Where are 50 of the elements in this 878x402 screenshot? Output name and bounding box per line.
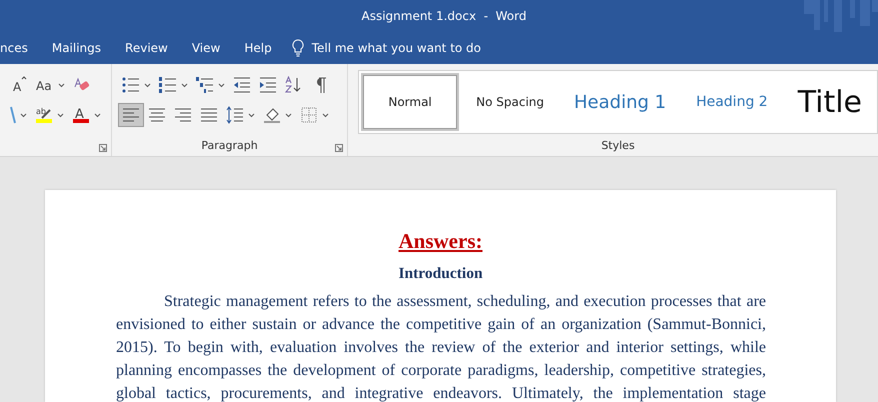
ribbon-tab[interactable]: nces (0, 32, 40, 64)
caret-icon (20, 112, 27, 118)
dialog-launcher-icon[interactable] (99, 144, 107, 152)
font-case-button[interactable]: Aa (32, 73, 69, 97)
decrease-indent-icon (233, 76, 251, 94)
section-heading: Introduction (398, 265, 483, 282)
ribbon-tab[interactable]: View (180, 32, 232, 64)
numbered-list-icon (159, 76, 177, 94)
style-option[interactable]: Heading 1 (561, 73, 680, 131)
bullet-list-icon (122, 76, 140, 94)
caret-icon (144, 82, 151, 88)
paint-bucket-icon (263, 106, 281, 124)
caret-icon (218, 82, 225, 88)
sort-icon (285, 76, 303, 94)
dialog-launcher-icon[interactable] (335, 144, 343, 152)
tell-me-search[interactable]: Tell me what you want to do (312, 32, 494, 64)
increase-indent-icon (259, 76, 277, 94)
group-label: Paragraph (201, 138, 258, 152)
align-right-icon (174, 106, 192, 124)
text-effect-icon (10, 106, 16, 124)
borders-icon (300, 106, 318, 124)
align-left-icon (122, 106, 140, 124)
multilevel-list-icon (196, 76, 214, 94)
align-left-button[interactable] (118, 103, 144, 127)
window-title: Assignment 1.docx - Word (361, 8, 526, 25)
caret-icon (285, 112, 292, 118)
caret-icon (94, 112, 101, 118)
style-option[interactable]: No Spacing (463, 73, 557, 131)
line-spacing-icon (226, 106, 244, 124)
font-size-button[interactable]: A (6, 73, 32, 97)
body-paragraph: Strategic management refers to the assessment, scheduling, and execution processes that are envisioned to either sustain or advance the competitive gain of an organization (Sammut-Bonnici, 2015). To begin with, evaluation involves the review of the exterior and interior settings, while planning encompasses the development of corporate paradigms, leadership, competitive strategies, global tactics, procurements, and integrative endeavors. Ultimately, the implementation stage (116, 292, 766, 402)
document-heading: Answers: (398, 229, 482, 253)
justify-icon (200, 106, 218, 124)
ribbon-tab[interactable]: Mailings (40, 32, 114, 64)
caret-icon (322, 112, 329, 118)
font-color-button[interactable]: A (68, 103, 105, 127)
caret-icon (58, 82, 65, 88)
style-option[interactable]: Heading 2 (683, 73, 781, 131)
caret-icon (248, 112, 255, 118)
style-option[interactable]: Title (784, 73, 875, 131)
ribbon-tab[interactable]: Help (232, 32, 284, 64)
highlighter-button[interactable]: ab (31, 103, 68, 127)
caret-icon (57, 112, 64, 118)
style-option[interactable]: Normal (361, 73, 460, 131)
group-label: Styles (601, 138, 635, 152)
ribbon-tab[interactable]: Review (113, 32, 180, 64)
align-center-icon (148, 106, 166, 124)
font-case-icon: Aa (36, 76, 54, 94)
lightbulb-icon (292, 39, 304, 57)
caret-icon (181, 82, 188, 88)
